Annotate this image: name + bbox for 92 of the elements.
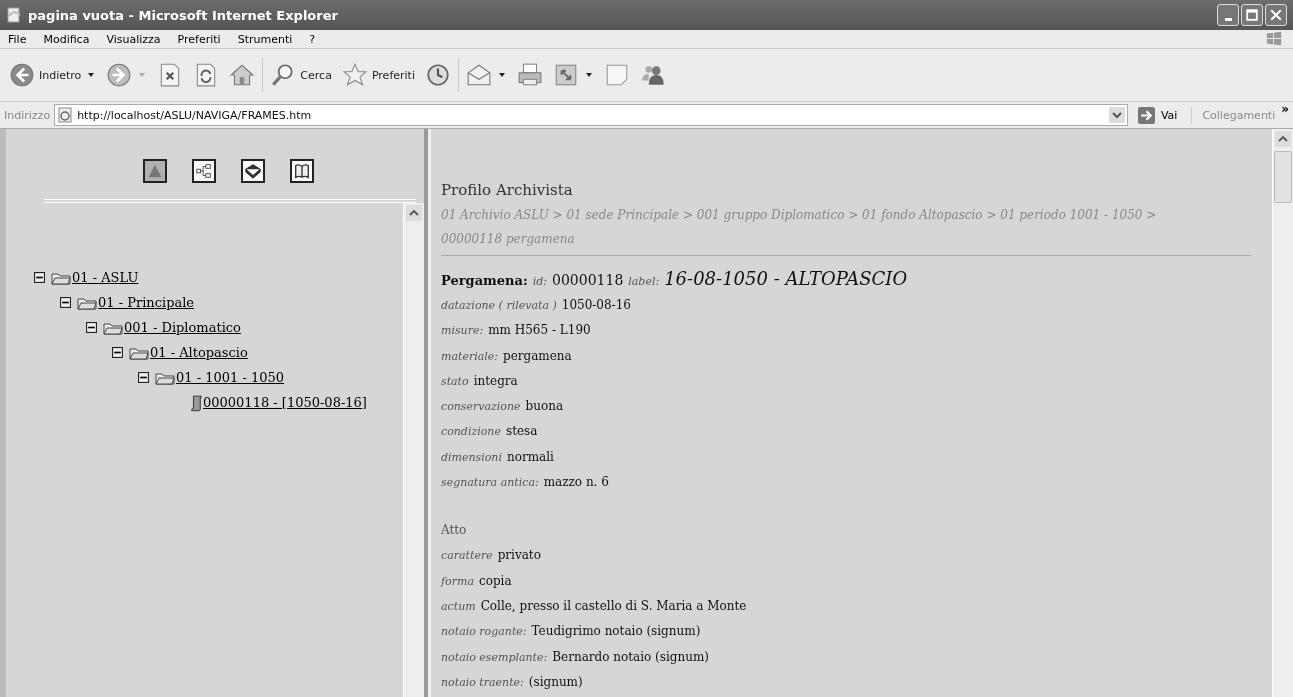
- label-label: label:: [628, 275, 660, 288]
- minimize-icon: [1224, 17, 1232, 21]
- menu-item[interactable]: Strumenti: [237, 32, 293, 46]
- collapse-icon[interactable]: [112, 347, 123, 358]
- tree-link[interactable]: 01 - Altopascio: [150, 345, 248, 360]
- minimize-button[interactable]: [1217, 4, 1239, 26]
- scroll-icon: [190, 392, 202, 413]
- menu-item[interactable]: ?: [309, 32, 316, 46]
- collapse-icon[interactable]: [60, 297, 71, 308]
- record-type: Pergamena:: [441, 273, 528, 288]
- pyramid-button[interactable]: [143, 159, 167, 183]
- folder-icon: [77, 295, 97, 310]
- caret-icon[interactable]: [584, 72, 593, 78]
- field-label: condizione: [441, 425, 501, 439]
- field-value: copia: [478, 573, 512, 588]
- book-icon: [244, 162, 262, 180]
- record-label: 16-08-1050 - ALTOPASCIO: [664, 268, 908, 289]
- open-book-icon: [293, 162, 311, 180]
- field-label: notaio esemplante:: [441, 650, 548, 664]
- address-label: Indirizzo: [4, 108, 51, 122]
- field-value: privato: [497, 548, 541, 563]
- field-value: stesa: [505, 424, 538, 439]
- field-label: datazione ( rilevata ): [441, 299, 557, 312]
- tree-link[interactable]: 00000118 - [1050-08-16]: [203, 395, 367, 410]
- field-value: Colle, presso il castello di S. Maria a Monte: [480, 598, 747, 613]
- go-button[interactable]: Vai: [1131, 106, 1193, 124]
- close-icon: [1270, 9, 1282, 21]
- address-field[interactable]: http://localhost/ASLU/NAVIGA/FRAMES.htm: [54, 104, 1128, 126]
- field-label: conservazione: [441, 400, 521, 414]
- field-label: actum: [441, 599, 476, 613]
- maximize-icon: [1246, 9, 1258, 21]
- id-label: id:: [532, 275, 548, 288]
- field-value: pergamena: [503, 348, 572, 363]
- window-title: pagina vuota - Microsoft Internet Explorer: [28, 7, 339, 23]
- arrow-right-icon: [1137, 106, 1155, 124]
- field-label: notaio traente:: [441, 675, 524, 689]
- field-label: notaio rogante:: [441, 625, 527, 639]
- tree-diagram-icon: [195, 162, 213, 180]
- caret-icon[interactable]: [87, 72, 96, 78]
- field-label: forma: [441, 574, 474, 588]
- folder-icon: [103, 320, 123, 335]
- collapse-icon[interactable]: [34, 272, 45, 283]
- collapse-icon[interactable]: [138, 372, 149, 383]
- menu-item[interactable]: File: [8, 32, 27, 46]
- scroll-up-icon[interactable]: [1275, 131, 1291, 147]
- field-label: carattere: [441, 549, 493, 563]
- scrollbar[interactable]: [403, 203, 424, 697]
- tree-button[interactable]: [192, 159, 216, 183]
- menu-item[interactable]: Preferiti: [177, 32, 221, 46]
- page-icon: [57, 107, 74, 123]
- breadcrumb: 01 Archivio ASLU > 01 sede Principale > 001 gruppo Diplomatico > 01 fondo Altopascio > 01 periodo 1001 - 1050 > 00000118 pergamena: [441, 207, 1158, 248]
- field-value: integra: [473, 373, 518, 388]
- field-label: segnatura antica:: [441, 476, 539, 490]
- folder-icon: [129, 345, 149, 360]
- section-heading: Atto: [441, 523, 468, 540]
- field-label: materiale:: [441, 349, 498, 363]
- more-chevron[interactable]: »: [1281, 102, 1289, 116]
- close-button[interactable]: [1265, 4, 1287, 26]
- record-id: 00000118: [552, 272, 624, 288]
- tree-link[interactable]: 01 - ASLU: [72, 270, 139, 285]
- tree-link[interactable]: 01 - 1001 - 1050: [176, 370, 285, 385]
- page-title: Profilo Archivista: [441, 181, 574, 201]
- field-value: Bernardo notaio (signum): [552, 649, 709, 664]
- page-icon: [6, 7, 22, 23]
- maximize-button[interactable]: [1241, 4, 1263, 26]
- field-value: 1050-08-16: [561, 298, 631, 312]
- folder-icon: [51, 270, 71, 285]
- open-book-button[interactable]: [290, 159, 314, 183]
- scrollbar-thumb[interactable]: [1274, 151, 1292, 203]
- field-value: (signum): [528, 674, 583, 689]
- scrollbar[interactable]: [1272, 129, 1293, 697]
- field-label: dimensioni: [441, 450, 502, 464]
- field-label: misure:: [441, 324, 484, 338]
- tree-link[interactable]: 001 - Diplomatico: [124, 320, 241, 335]
- favorites-button[interactable]: Preferiti: [338, 60, 418, 90]
- menu-item[interactable]: Visualizza: [106, 32, 161, 46]
- field-label: stato: [441, 374, 469, 388]
- search-button[interactable]: Cerca: [267, 60, 335, 90]
- field-value: Teudigrimo notaio (signum): [531, 624, 701, 639]
- collapse-icon[interactable]: [86, 322, 97, 333]
- scroll-up-icon[interactable]: [406, 205, 422, 221]
- field-value: normali: [507, 449, 554, 464]
- field-value: mazzo n. 6: [543, 475, 609, 490]
- tree-link[interactable]: 01 - Principale: [98, 295, 195, 310]
- book-button[interactable]: [241, 159, 265, 183]
- menu-item[interactable]: Modifica: [43, 32, 90, 46]
- caret-icon[interactable]: [497, 72, 506, 78]
- field-value: buona: [525, 399, 564, 414]
- field-value: mm H565 - L190: [488, 323, 591, 338]
- back-button[interactable]: Indietro: [6, 60, 85, 90]
- folder-icon: [155, 370, 175, 385]
- star-icon: [341, 62, 368, 88]
